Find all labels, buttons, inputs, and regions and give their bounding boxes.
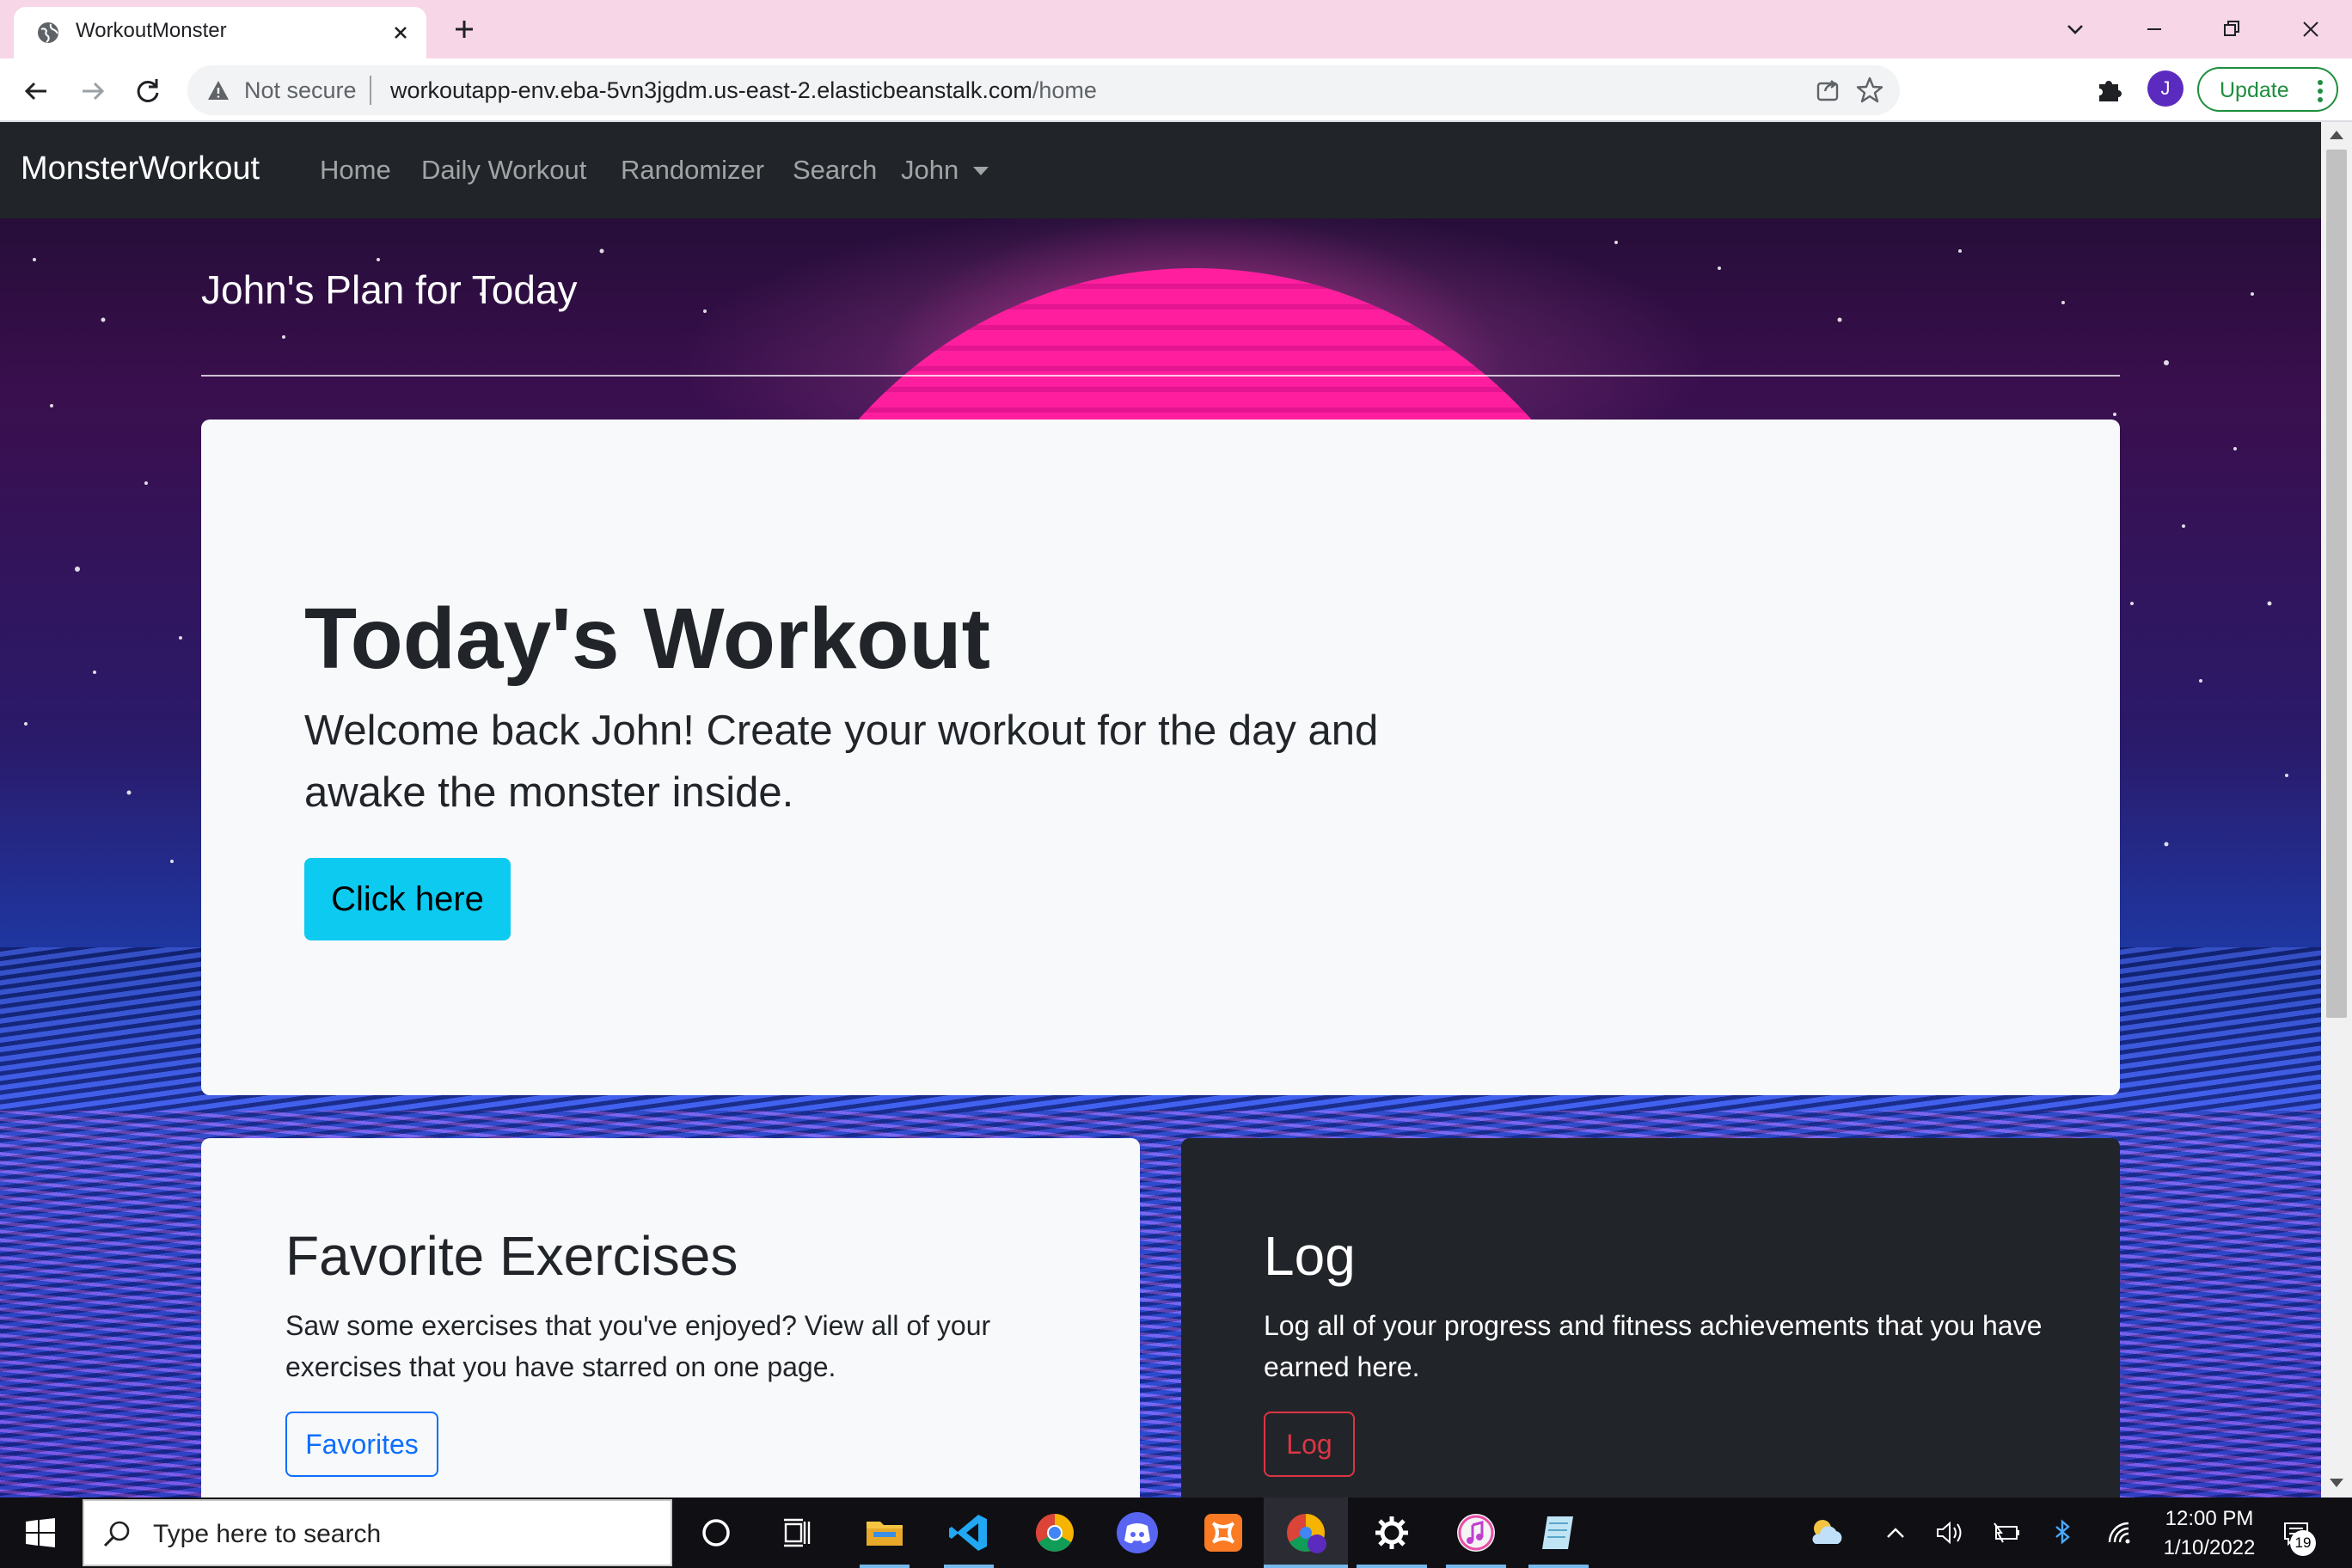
battery-icon[interactable] xyxy=(1989,1516,2022,1549)
favorites-card: Favorite Exercises Saw some exercises th… xyxy=(201,1138,1140,1498)
clock-time: 12:00 PM xyxy=(2165,1507,2254,1530)
notification-count-badge: 19 xyxy=(2290,1530,2316,1556)
log-card-title: Log xyxy=(1264,1225,1356,1287)
chevron-up-icon[interactable] xyxy=(1879,1516,1912,1549)
profile-avatar[interactable]: J xyxy=(2147,70,2184,107)
windows-taskbar: Type here to search 12:00 PM 1/10/2022 1… xyxy=(0,1498,2352,1568)
page-viewport: MonsterWorkout Home Daily Workout Random… xyxy=(0,122,2352,1498)
weather-icon[interactable] xyxy=(1804,1510,1850,1556)
vscode-icon[interactable] xyxy=(946,1510,992,1556)
nav-search[interactable]: Search xyxy=(793,155,877,186)
update-label: Update xyxy=(2220,78,2289,102)
favorites-card-text: Saw some exercises that you've enjoyed? … xyxy=(285,1310,991,1382)
nav-user-menu[interactable]: John xyxy=(901,155,959,186)
page-title: John's Plan for Today xyxy=(201,267,578,312)
itunes-icon[interactable] xyxy=(1453,1510,1499,1556)
brand-logo[interactable]: MonsterWorkout xyxy=(21,150,260,187)
chrome-profile-icon[interactable] xyxy=(1283,1510,1329,1556)
search-icon xyxy=(103,1521,130,1547)
scroll-thumb[interactable] xyxy=(2326,150,2347,1018)
extensions-puzzle-icon[interactable] xyxy=(2094,74,2125,105)
restore-icon[interactable] xyxy=(2211,9,2252,50)
itunes-indicator xyxy=(1446,1565,1506,1568)
tab-title: WorkoutMonster xyxy=(76,19,227,42)
cortana-icon[interactable] xyxy=(693,1510,739,1556)
site-navbar: MonsterWorkout Home Daily Workout Random… xyxy=(0,122,2321,218)
volume-icon[interactable] xyxy=(1932,1516,1965,1549)
click-here-button[interactable]: Click here xyxy=(304,858,511,940)
system-clock[interactable]: 12:00 PM 1/10/2022 xyxy=(2149,1504,2269,1563)
search-placeholder: Type here to search xyxy=(153,1520,382,1548)
new-tab-icon[interactable] xyxy=(447,12,481,46)
back-arrow-icon[interactable] xyxy=(19,74,53,108)
log-card: Log Log all of your progress and fitness… xyxy=(1181,1138,2120,1498)
reload-icon[interactable] xyxy=(131,74,165,108)
notepad-indicator xyxy=(1528,1565,1589,1568)
update-button[interactable]: Update xyxy=(2197,67,2338,112)
settings-gear-icon[interactable] xyxy=(1369,1510,1415,1556)
log-button[interactable]: Log xyxy=(1264,1412,1355,1477)
notepad-app-icon[interactable] xyxy=(1535,1510,1582,1556)
taskbar-search-box[interactable]: Type here to search xyxy=(83,1499,672,1566)
title-divider xyxy=(201,375,2120,377)
window-close-icon[interactable] xyxy=(2290,9,2331,50)
tab-search-icon[interactable] xyxy=(2055,9,2096,50)
share-icon[interactable] xyxy=(1814,76,1843,105)
minimize-icon[interactable] xyxy=(2134,9,2175,50)
clock-date: 1/10/2022 xyxy=(2163,1536,2256,1559)
bluetooth-icon[interactable] xyxy=(2046,1516,2079,1549)
browser-toolbar: Not secure workoutapp-env.eba-5vn3jgdm.u… xyxy=(0,58,2352,122)
workout-jumbotron: Today's Workout Welcome back John! Creat… xyxy=(201,420,2120,1095)
discord-icon[interactable] xyxy=(1114,1510,1161,1556)
nav-daily-workout[interactable]: Daily Workout xyxy=(421,155,586,186)
tab-strip: WorkoutMonster xyxy=(0,0,2352,58)
address-bar[interactable]: Not secure workoutapp-env.eba-5vn3jgdm.u… xyxy=(187,65,1900,115)
url-path: /home xyxy=(1032,77,1097,103)
browser-tab[interactable]: WorkoutMonster xyxy=(14,7,426,58)
url-host: workoutapp-env.eba-5vn3jgdm.us-east-2.el… xyxy=(390,77,1032,103)
wifi-icon[interactable] xyxy=(2103,1516,2135,1549)
url-text[interactable]: workoutapp-env.eba-5vn3jgdm.us-east-2.el… xyxy=(390,77,1097,104)
close-icon[interactable] xyxy=(387,19,414,46)
kebab-menu-icon[interactable] xyxy=(2316,79,2324,103)
warning-icon[interactable] xyxy=(206,78,230,102)
settings-indicator xyxy=(1357,1565,1427,1568)
jumbotron-heading: Today's Workout xyxy=(304,591,990,687)
log-card-text: Log all of your progress and fitness ach… xyxy=(1264,1310,2043,1382)
windows-start-icon[interactable] xyxy=(24,1516,57,1549)
nav-randomizer[interactable]: Randomizer xyxy=(621,155,764,186)
vscode-indicator xyxy=(944,1565,994,1568)
chrome-icon[interactable] xyxy=(1032,1510,1078,1556)
nav-home[interactable]: Home xyxy=(320,155,391,186)
bookmark-star-icon[interactable] xyxy=(1855,76,1884,105)
xampp-icon[interactable] xyxy=(1200,1510,1246,1556)
page-scrollbar[interactable] xyxy=(2321,122,2352,1498)
favorites-card-title: Favorite Exercises xyxy=(285,1225,738,1287)
scroll-down-arrow-icon[interactable] xyxy=(2330,1479,2343,1487)
task-view-icon[interactable] xyxy=(774,1510,820,1556)
globe-icon xyxy=(38,22,58,43)
scroll-up-arrow-icon[interactable] xyxy=(2330,131,2343,139)
file-explorer-icon[interactable] xyxy=(861,1510,908,1556)
chrome-active-indicator xyxy=(1264,1565,1348,1568)
forward-arrow-icon[interactable] xyxy=(76,74,110,108)
security-label[interactable]: Not secure xyxy=(244,77,357,104)
dropdown-caret-icon[interactable] xyxy=(973,167,989,175)
jumbotron-text: Welcome back John! Create your workout f… xyxy=(304,707,1379,816)
omnibox-divider xyxy=(370,76,371,105)
file-explorer-indicator xyxy=(860,1565,910,1568)
favorites-button[interactable]: Favorites xyxy=(285,1412,438,1477)
